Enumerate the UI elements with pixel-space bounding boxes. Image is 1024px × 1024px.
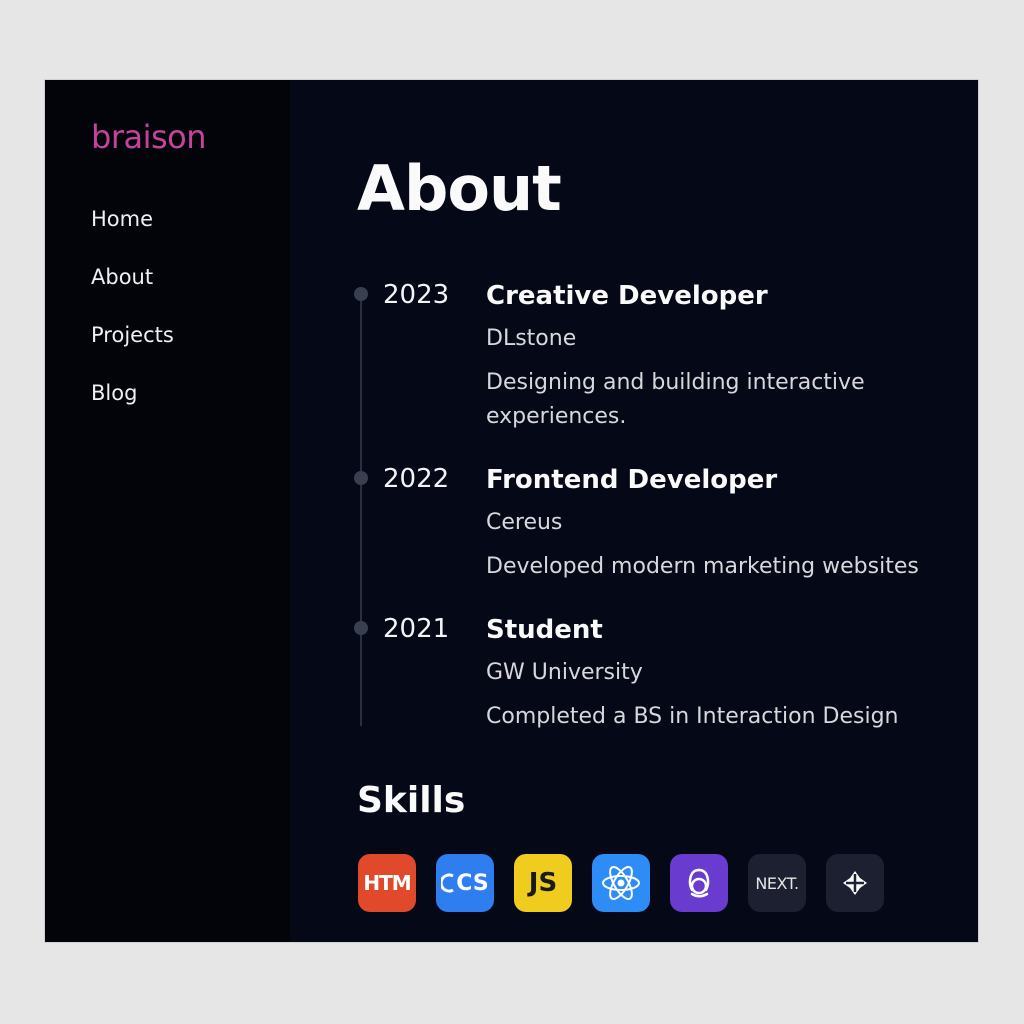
css-icon[interactable]: CS (436, 854, 494, 912)
page-title: About (357, 152, 562, 225)
timeline-org: Cereus (486, 510, 563, 535)
timeline-year: 2023 (383, 280, 450, 310)
timeline-content: Student GW University Completed a BS in … (486, 614, 956, 734)
nav-item-home[interactable]: Home (91, 204, 174, 262)
redux-icon[interactable] (670, 854, 728, 912)
sidebar-nav: Home About Projects Blog (91, 204, 174, 436)
timeline-title: Frontend Developer (486, 465, 778, 495)
timeline-title: Student (486, 615, 603, 645)
brand-logo[interactable]: braison (91, 118, 207, 156)
figma-icon[interactable] (826, 854, 884, 912)
react-icon[interactable] (592, 854, 650, 912)
skills-title: Skills (357, 780, 466, 821)
timeline-desc: Completed a BS in Interaction Design (486, 704, 899, 729)
timeline-desc: Designing and building interactive exper… (486, 370, 865, 429)
nav-item-blog[interactable]: Blog (91, 378, 174, 436)
skills-list: HTM CS JS NEXT. (358, 854, 904, 912)
timeline-year: 2021 (383, 614, 450, 644)
timeline-org: DLstone (486, 326, 577, 351)
timeline-content: Creative Developer DLstone Designing and… (486, 280, 956, 434)
timeline-dot (354, 287, 368, 301)
app-window: braison Home About Projects Blog About 2… (45, 80, 978, 942)
timeline-org: GW University (486, 660, 643, 685)
nextjs-icon[interactable]: NEXT. (748, 854, 806, 912)
timeline-title: Creative Developer (486, 281, 768, 311)
javascript-icon[interactable]: JS (514, 854, 572, 912)
timeline-line (360, 294, 362, 726)
timeline-content: Frontend Developer Cereus Developed mode… (486, 464, 956, 584)
timeline-year: 2022 (383, 464, 450, 494)
sidebar: braison Home About Projects Blog (45, 80, 290, 942)
timeline-dot (354, 621, 368, 635)
nav-item-about[interactable]: About (91, 262, 174, 320)
timeline-desc: Developed modern marketing websites (486, 554, 919, 579)
timeline-dot (354, 471, 368, 485)
html-icon[interactable]: HTM (358, 854, 416, 912)
main-content: About 2023 Creative Developer DLstone De… (290, 80, 978, 942)
nav-item-projects[interactable]: Projects (91, 320, 174, 378)
